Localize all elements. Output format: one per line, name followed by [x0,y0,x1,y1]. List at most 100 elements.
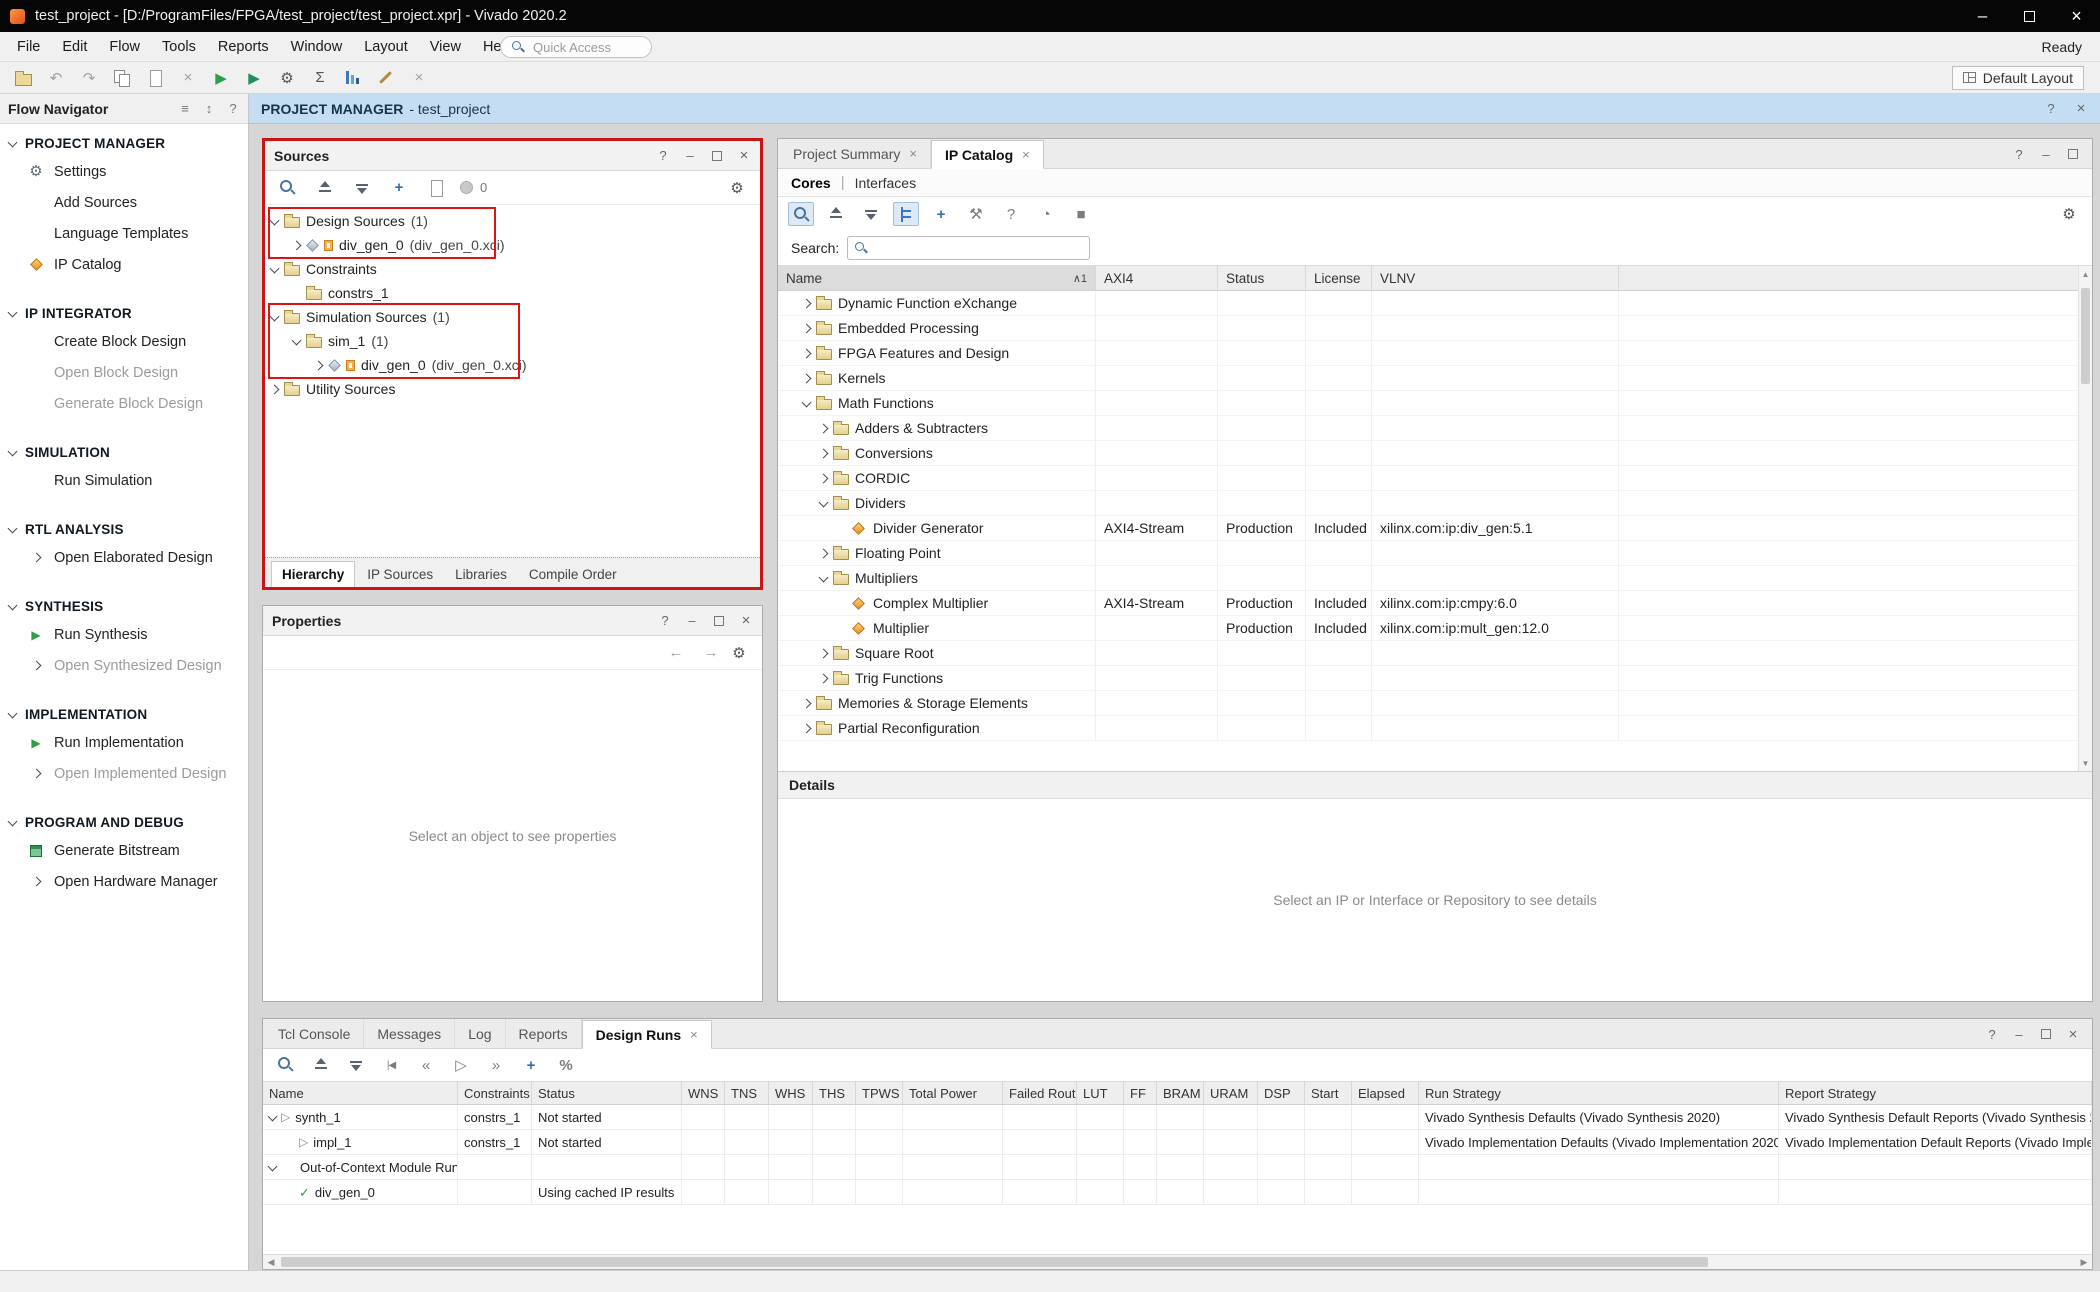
chevron-down-icon[interactable] [8,816,18,826]
chevron-down-icon[interactable] [8,708,18,718]
chevron-right-icon[interactable] [270,384,280,394]
column-header-status[interactable]: Status [532,1082,682,1104]
gear-icon[interactable]: ⚙ [726,641,752,665]
column-header-tpws[interactable]: TPWS [856,1082,903,1104]
nav-section-header-ip-integrator[interactable]: IP INTEGRATOR [0,300,248,326]
wrench-icon[interactable]: ⚒ [963,202,989,226]
nav-item-run-simulation[interactable]: Run Simulation [0,465,248,496]
ip-catalog-row-divider-generator[interactable]: Divider GeneratorAXI4-StreamProductionIn… [778,516,2092,541]
column-header-tns[interactable]: TNS [725,1082,769,1104]
help-icon[interactable] [2044,102,2058,116]
source-tree-item-div-gen-0[interactable]: div_gen_0(div_gen_0.xci) [265,353,760,377]
tab-reports[interactable]: Reports [506,1019,582,1048]
ip-catalog-row-partial-reconfiguration[interactable]: Partial Reconfiguration [778,716,2092,741]
minimize-button[interactable] [1959,0,2006,32]
ip-catalog-row-math-functions[interactable]: Math Functions [778,391,2092,416]
group-by-hierarchy-icon[interactable] [893,202,919,226]
tab-project-summary[interactable]: Project Summary× [780,139,931,168]
close-icon[interactable] [2074,102,2088,116]
nav-item-language-templates[interactable]: Language Templates [0,218,248,249]
copy-icon[interactable] [109,66,135,90]
column-header-constraints[interactable]: Constraints [458,1082,532,1104]
edit-icon[interactable] [373,66,399,90]
chevron-down-icon[interactable] [819,572,829,582]
catalog-search-input[interactable] [874,241,1085,256]
chevron-right-icon[interactable] [819,473,829,483]
ip-catalog-row-adders-subtracters[interactable]: Adders & Subtracters [778,416,2092,441]
nav-item-run-synthesis[interactable]: ▶Run Synthesis [0,619,248,650]
help-icon[interactable]: ? [226,101,240,116]
gear-icon[interactable]: ⚙ [2056,202,2082,226]
source-tree-item-utility-sources[interactable]: Utility Sources [265,377,760,401]
chevron-right-icon[interactable] [31,553,41,563]
column-header-bram[interactable]: BRAM [1157,1082,1204,1104]
float-icon[interactable] [712,614,726,628]
menu-view[interactable]: View [419,32,472,61]
ip-catalog-row-multipliers[interactable]: Multipliers [778,566,2092,591]
close-icon[interactable] [2066,1027,2080,1041]
column-header-elapsed[interactable]: Elapsed [1352,1082,1419,1104]
scroll-down-icon[interactable]: ▼ [2079,757,2092,769]
close-tab-icon[interactable]: × [909,146,917,161]
tab-tcl-console[interactable]: Tcl Console [265,1019,364,1048]
catalog-search-box[interactable] [847,236,1090,260]
forward-icon[interactable]: → [698,641,724,665]
column-header-lut[interactable]: LUT [1077,1082,1124,1104]
nav-section-header-synthesis[interactable]: SYNTHESIS [0,593,248,619]
chevron-down-icon[interactable] [270,311,280,321]
chevron-down-icon[interactable] [8,523,18,533]
step-forward-icon[interactable]: » [483,1053,509,1077]
chevron-down-icon[interactable] [268,1111,278,1121]
close-tab-icon[interactable]: × [1022,147,1030,162]
close-icon[interactable] [739,614,753,628]
scroll-left-icon[interactable]: ◀ [263,1255,279,1269]
quick-access-box[interactable] [500,36,652,58]
tab-design-runs[interactable]: Design Runs× [582,1020,712,1049]
chevron-right-icon[interactable] [819,673,829,683]
design-run-row-synth-1[interactable]: ▷synth_1constrs_1Not startedVivado Synth… [263,1105,2092,1130]
chevron-right-icon[interactable] [802,698,812,708]
close-icon[interactable] [737,149,751,163]
collapse-all-icon[interactable] [312,176,338,200]
nav-section-header-simulation[interactable]: SIMULATION [0,439,248,465]
chevron-right-icon[interactable] [802,723,812,733]
add-icon[interactable]: + [518,1053,544,1077]
close-button[interactable] [2053,0,2100,32]
minimize-icon[interactable] [683,149,697,163]
chevron-right-icon[interactable] [31,769,41,779]
design-run-row-impl-1[interactable]: ▷impl_1constrs_1Not startedVivado Implem… [263,1130,2092,1155]
close-tab-icon[interactable]: × [690,1027,698,1042]
nav-item-open-hardware-manager[interactable]: Open Hardware Manager [0,866,248,897]
chevron-down-icon[interactable] [270,263,280,273]
redo-icon[interactable]: ↷ [76,66,102,90]
design-run-row-div-gen-0[interactable]: ✓div_gen_0Using cached IP results [263,1180,2092,1205]
sources-tab-hierarchy[interactable]: Hierarchy [271,561,355,587]
chevron-right-icon[interactable] [314,360,324,370]
delete-icon[interactable]: × [175,66,201,90]
chevron-down-icon[interactable] [268,1161,278,1171]
ip-catalog-row-cordic[interactable]: CORDIC [778,466,2092,491]
nav-item-run-implementation[interactable]: ▶Run Implementation [0,727,248,758]
menu-file[interactable]: File [6,32,51,61]
help-icon[interactable]: ? [998,202,1024,226]
source-tree-item-sim-1[interactable]: sim_1(1) [265,329,760,353]
expand-all-icon[interactable] [349,176,375,200]
expand-all-icon[interactable] [858,202,884,226]
undo-icon[interactable]: ↶ [43,66,69,90]
sum-icon[interactable]: Σ [307,66,333,90]
source-tree-item-constraints[interactable]: Constraints [265,257,760,281]
cancel-icon[interactable]: × [406,66,432,90]
menu-window[interactable]: Window [280,32,354,61]
ip-catalog-row-conversions[interactable]: Conversions [778,441,2092,466]
sources-tab-compile-order[interactable]: Compile Order [519,561,627,587]
help-icon[interactable] [1985,1027,1999,1041]
nav-section-header-rtl-analysis[interactable]: RTL ANALYSIS [0,516,248,542]
column-header-ff[interactable]: FF [1124,1082,1157,1104]
ip-catalog-row-embedded-processing[interactable]: Embedded Processing [778,316,2092,341]
column-header-name[interactable]: Name [263,1082,458,1104]
source-tree-item-constrs-1[interactable]: constrs_1 [265,281,760,305]
ip-catalog-row-dividers[interactable]: Dividers [778,491,2092,516]
menu-layout[interactable]: Layout [353,32,419,61]
menu-tools[interactable]: Tools [151,32,207,61]
column-header-uram[interactable]: URAM [1204,1082,1258,1104]
